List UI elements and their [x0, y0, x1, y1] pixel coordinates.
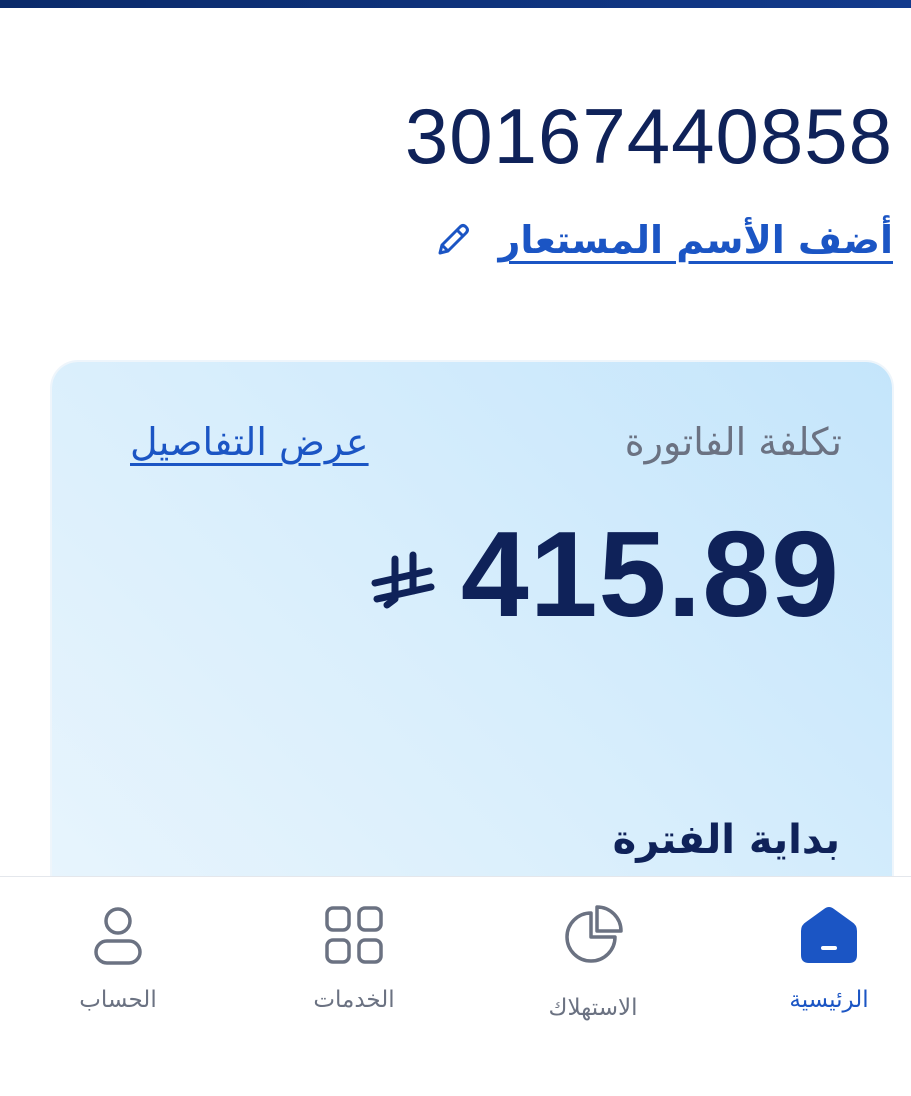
nav-label-consumption: الاستهلاك — [548, 995, 638, 1021]
bill-cost-title: تكلفة الفاتورة — [624, 420, 842, 464]
account-number: 30167440858 — [404, 92, 893, 180]
bottom-navigation: الرئيسية الاستهلاك الخدمات الحساب — [0, 876, 911, 1096]
bill-amount-row: 415.89 — [369, 512, 840, 636]
period-start-label: بداية الفترة — [612, 817, 840, 863]
top-accent-bar — [0, 0, 911, 8]
nav-item-account[interactable]: الحساب — [18, 877, 218, 1037]
nav-label-home: الرئيسية — [789, 987, 869, 1013]
nav-label-services: الخدمات — [313, 987, 395, 1013]
user-icon — [94, 907, 142, 965]
bill-amount: 415.89 — [460, 506, 840, 642]
pencil-icon — [438, 224, 469, 255]
nav-label-account: الحساب — [79, 987, 157, 1013]
add-alias-label: أضف الأسم المستعار — [498, 218, 894, 262]
bill-cost-card: تكلفة الفاتورة عرض التفاصيل 415.89 بداية… — [52, 362, 892, 962]
grid-icon — [325, 906, 383, 964]
saudi-riyal-icon — [371, 551, 435, 609]
nav-item-home[interactable]: الرئيسية — [729, 877, 911, 1037]
nav-item-services[interactable]: الخدمات — [254, 877, 454, 1037]
nav-item-consumption[interactable]: الاستهلاك — [493, 877, 693, 1037]
add-alias-link[interactable]: أضف الأسم المستعار — [431, 210, 894, 270]
view-details-link[interactable]: عرض التفاصيل — [130, 420, 369, 464]
home-icon — [801, 907, 857, 963]
pie-chart-icon — [565, 905, 623, 963]
